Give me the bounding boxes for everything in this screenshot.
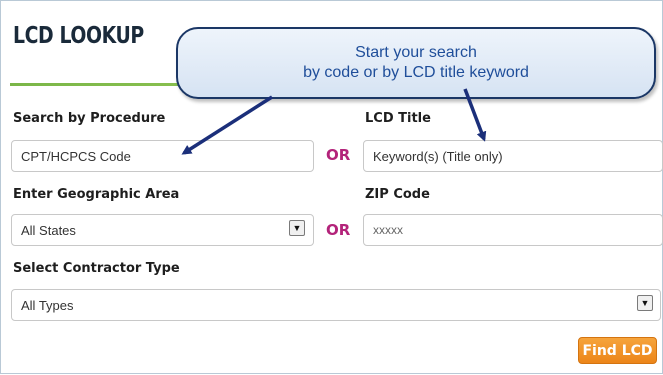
geographic-area-value: All States bbox=[21, 222, 76, 238]
zip-code-input[interactable]: xxxxx bbox=[363, 214, 663, 246]
or-separator: OR bbox=[326, 146, 351, 164]
lcd-lookup-panel: LCD LOOKUP Search by Procedure CPT/HCPCS… bbox=[0, 0, 663, 374]
chevron-down-icon[interactable]: ▼ bbox=[637, 295, 653, 311]
lcd-title-keyword-text: Keyword(s) (Title only) bbox=[373, 148, 503, 164]
contractor-type-value: All Types bbox=[21, 297, 74, 313]
zip-code-text: xxxxx bbox=[373, 223, 403, 237]
procedure-code-text: CPT/HCPCS Code bbox=[21, 148, 131, 164]
zip-code-label: ZIP Code bbox=[365, 187, 430, 202]
contractor-type-label: Select Contractor Type bbox=[13, 261, 180, 276]
callout-line-2: by code or by LCD title keyword bbox=[303, 64, 529, 81]
find-lcd-button[interactable]: Find LCD bbox=[578, 337, 657, 364]
chevron-down-icon[interactable]: ▼ bbox=[289, 220, 305, 236]
lcd-title-label: LCD Title bbox=[365, 111, 431, 126]
callout-line-1: Start your search bbox=[355, 44, 477, 61]
geographic-area-select[interactable]: All States ▼ bbox=[11, 214, 314, 246]
or-separator: OR bbox=[326, 221, 351, 239]
search-hint-callout: Start your search by code or by LCD titl… bbox=[176, 27, 656, 99]
lcd-title-keyword-input[interactable]: Keyword(s) (Title only) bbox=[363, 140, 663, 172]
procedure-label: Search by Procedure bbox=[13, 111, 166, 126]
page-title: LCD LOOKUP bbox=[13, 23, 144, 49]
procedure-code-input[interactable]: CPT/HCPCS Code bbox=[11, 140, 314, 172]
geographic-area-label: Enter Geographic Area bbox=[13, 187, 180, 202]
contractor-type-select[interactable]: All Types ▼ bbox=[11, 289, 661, 321]
